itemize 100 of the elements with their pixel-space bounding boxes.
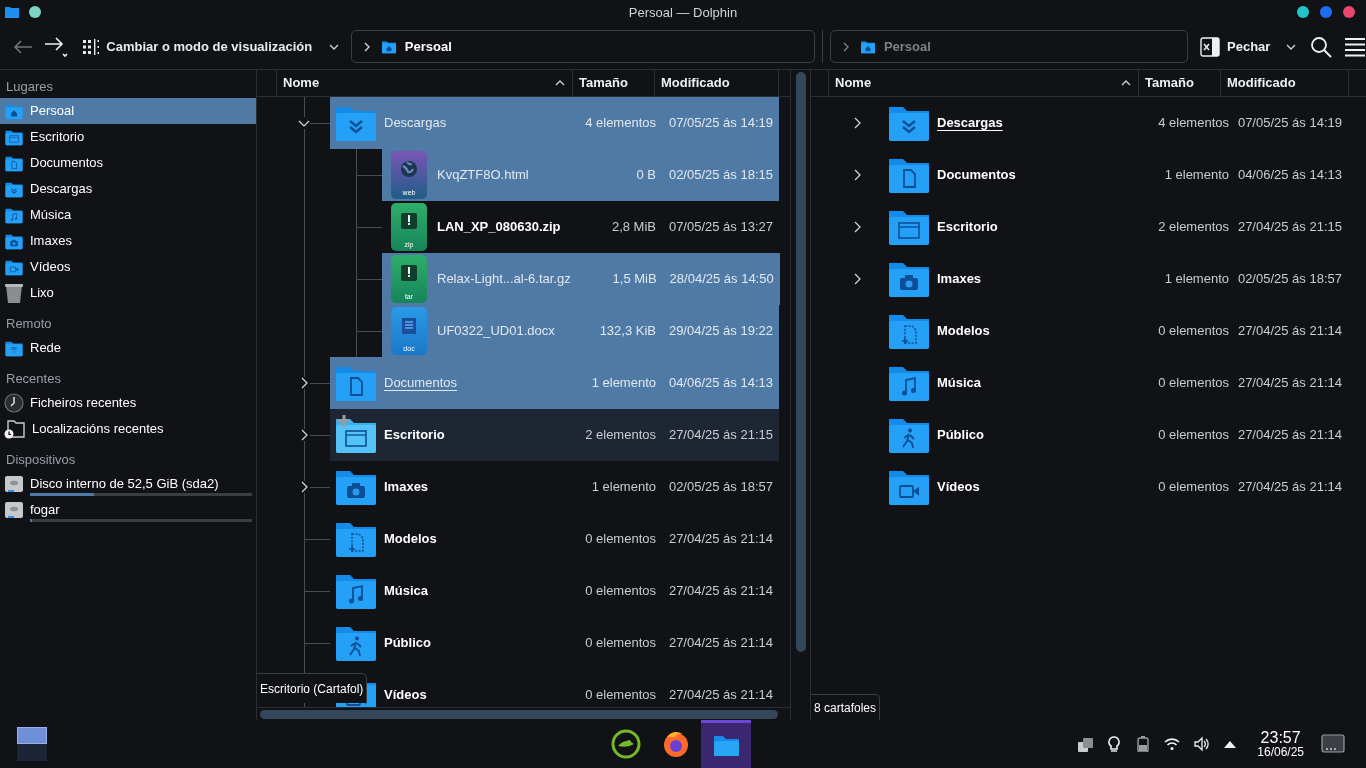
sidebar-item-label: Descargas [30,180,93,199]
search-icon[interactable] [1310,35,1332,58]
menu-icon[interactable] [1344,36,1366,57]
file-name: Público [937,426,985,445]
desktop-pager[interactable] [17,727,47,761]
date-cell-text: 27/04/25 ás 21:14 [667,634,774,653]
show-desktop-icon[interactable] [1321,734,1345,754]
horizontal-scrollbar[interactable] [260,709,778,719]
sidebar-item[interactable]: Ficheiros recentes [0,390,256,416]
column-header[interactable]: Modificado [655,70,779,96]
clock[interactable]: 23:57 16/06/25 [1257,729,1304,759]
sidebar-item[interactable]: Lixo [0,280,256,306]
browser-icon [661,729,691,759]
clipboard-icon[interactable] [1077,736,1094,752]
file-name: LAN_XP_080630.zip [437,218,562,237]
sidebar-item[interactable]: Música [0,202,256,228]
home-folder-icon [4,102,24,120]
globe-file-icon [391,151,427,199]
file-name: Imaxes [937,270,983,289]
gecko-icon [611,729,641,759]
sidebar-item[interactable]: Persoal [0,98,256,124]
vertical-scrollbar[interactable] [795,72,806,652]
sidebar-item[interactable]: Disco interno de 52,5 GiB (sda2) [0,471,256,497]
sidebar-item[interactable]: Documentos [0,150,256,176]
file-row[interactable]: Modelos 0 elementos 27/04/25 ás 21:14 [883,305,1352,357]
maximize-button[interactable] [1320,6,1332,18]
clock-date: 16/06/25 [1257,746,1304,759]
file-name: Imaxes [384,478,430,497]
sidebar-item[interactable]: Imaxes [0,228,256,254]
sidebar-item-label: Rede [30,339,62,358]
file-row[interactable]: Vídeos 0 elementos 27/04/25 ás 21:14 [883,461,1352,513]
column-header[interactable]: Nome [829,70,1139,96]
sidebar-item-label: Disco interno de 52,5 GiB (sda2) [30,475,219,494]
date-cell-text: 07/05/25 ás 14:19 [1236,114,1343,133]
column-header[interactable]: Modificado [1221,70,1349,96]
date-cell-text: 07/05/25 ás 13:27 [667,218,774,237]
file-row[interactable]: Imaxes 1 elemento 02/05/25 ás 18:57 [330,461,779,513]
size-cell-text: 1 elemento [590,478,656,497]
sidebar-item[interactable]: Escritorio [0,124,256,150]
status-tooltip: Escritorio (Cartafol) [257,673,368,703]
column-header[interactable]: Tamaño [1139,70,1221,96]
file-row[interactable]: Música 0 elementos 27/04/25 ás 21:14 [883,357,1352,409]
location-bar[interactable]: Persoal [350,30,815,63]
column-header[interactable]: Tamaño [573,70,655,96]
file-row[interactable]: Imaxes 1 elemento 02/05/25 ás 18:57 [883,253,1352,305]
file-row[interactable]: Música 0 elementos 27/04/25 ás 21:14 [330,565,779,617]
drive-icon [4,474,24,494]
date-cell-text: 27/04/25 ás 21:14 [1236,374,1343,393]
location-bar[interactable]: Persoal [829,30,1188,63]
lightbulb-icon[interactable] [1106,736,1123,752]
size-cell-text: 2 elementos [584,426,656,445]
camera-folder-icon [4,232,24,250]
taskbar-app[interactable] [701,720,751,768]
file-name: Vídeos [384,686,428,705]
sidebar-item-label: Persoal [30,102,75,121]
breadcrumb-link[interactable]: Persoal [404,36,452,57]
wifi-icon[interactable] [1164,736,1181,752]
file-row[interactable]: Descargas 4 elementos 07/05/25 ás 14:19 [883,97,1352,149]
desktop-folder-icon [4,128,24,146]
date-cell-text: 02/05/25 ás 18:57 [667,478,774,497]
sidebar-item-label: Imaxes [30,232,72,251]
folder-icon [5,6,19,18]
file-name: Música [937,374,983,393]
file-row[interactable]: Modelos 0 elementos 27/04/25 ás 21:14 [330,513,779,565]
view-mode-button[interactable]: Cambiar o modo de visualización [82,31,313,62]
file-row[interactable]: Documentos 1 elemento 04/06/25 ás 14:13 [883,149,1352,201]
section-header: Remoto [5,315,53,334]
home-folder-icon [859,39,876,54]
sidebar-item[interactable]: Descargas [0,176,256,202]
file-row[interactable]: Público 0 elementos 27/04/25 ás 21:14 [883,409,1352,461]
file-row[interactable]: Escritorio 2 elementos 27/04/25 ás 21:15 [330,409,779,461]
file-row[interactable]: Escritorio 2 elementos 27/04/25 ás 21:15 [883,201,1352,253]
file-row[interactable]: Documentos 1 elemento 04/06/25 ás 14:13 [330,357,779,409]
pin-button[interactable] [29,6,41,18]
file-row[interactable]: Descargas 4 elementos 07/05/25 ás 14:19 [330,97,779,149]
plus-icon[interactable] [338,415,350,427]
size-cell-text: 0 elementos [1157,478,1229,497]
sidebar-item[interactable]: fogar [0,497,256,523]
size-cell-text: 2,8 MiB [610,218,656,237]
back-arrow-icon [12,38,33,55]
minimize-button[interactable] [1297,6,1309,18]
file-name: Escritorio [937,218,999,237]
close-split-button[interactable]: Pechar [1200,31,1271,62]
file-row[interactable]: Público 0 elementos 27/04/25 ás 21:14 [330,617,779,669]
sidebar-item-label: Escritorio [30,128,85,147]
battery-icon[interactable] [1135,736,1152,752]
column-header[interactable]: Nome [277,70,573,96]
breadcrumb-link[interactable]: Persoal [883,36,931,57]
video-folder-icon [4,258,24,276]
close-button[interactable] [1343,6,1355,18]
forward-arrow-icon [43,35,68,58]
section-header: Recentes [5,370,62,389]
sidebar-item[interactable]: Localizacións recentes [0,416,256,442]
size-cell-text: 2 elementos [1157,218,1229,237]
speaker-icon[interactable] [1193,736,1210,752]
sidebar-item[interactable]: Rede [0,335,256,361]
sidebar-item[interactable]: Vídeos [0,254,256,280]
file-name: Vídeos [937,478,981,497]
document-folder-icon [4,154,24,172]
date-cell-text: 02/05/25 ás 18:57 [1236,270,1343,289]
